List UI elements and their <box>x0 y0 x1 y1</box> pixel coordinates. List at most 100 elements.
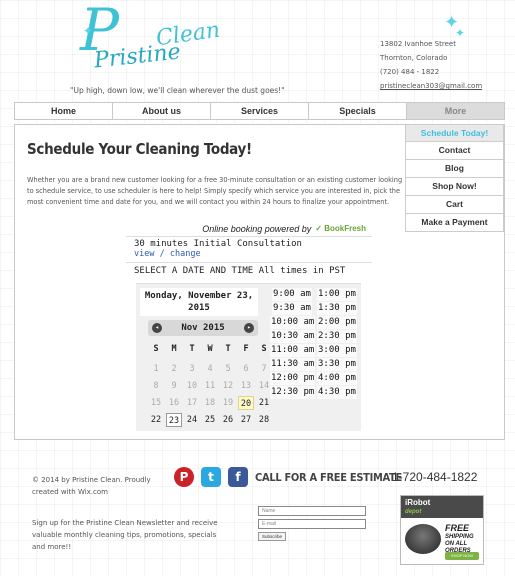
calendar-day: 9 <box>171 381 177 391</box>
page-title: Schedule Your Cleaning Today! <box>27 140 252 158</box>
contact-city: Thornton, Colorado <box>380 54 448 62</box>
nav-specials[interactable]: Specials <box>309 103 407 119</box>
calendar-day[interactable]: 22 <box>148 413 164 427</box>
weekday-label: W <box>207 344 213 354</box>
time-slot[interactable]: 11:00 am <box>270 344 316 357</box>
selected-date: Monday, November 23, 2015 <box>140 288 258 316</box>
menu-item-cart[interactable]: Cart <box>405 196 504 214</box>
time-slot[interactable]: 12:00 pm <box>270 372 316 385</box>
time-slot[interactable]: 9:30 am <box>272 302 312 315</box>
time-slot[interactable]: 1:30 pm <box>317 302 357 315</box>
calendar-day[interactable]: 24 <box>184 413 200 427</box>
time-slot[interactable]: 9:00 am <box>272 288 312 301</box>
calendar-day[interactable]: 28 <box>256 413 272 427</box>
logo-word-clean: Clean <box>154 17 222 52</box>
calendar-day[interactable]: 27 <box>238 413 254 427</box>
nav-services[interactable]: Services <box>211 103 309 119</box>
twitter-icon[interactable]: t <box>201 467 221 487</box>
select-date-time-label: SELECT A DATE AND TIME All times in PST <box>126 262 372 279</box>
calendar-day: 2 <box>171 364 177 374</box>
ad-brand: iRobot depot <box>401 496 483 518</box>
time-slot[interactable]: 3:30 pm <box>317 358 357 371</box>
time-slot[interactable]: 12:30 pm <box>270 386 316 399</box>
menu-item-shop-now[interactable]: Shop Now! <box>405 178 504 196</box>
menu-item-contact[interactable]: Contact <box>405 142 504 160</box>
site-logo[interactable]: P Pristine Clean <box>80 0 230 84</box>
time-slot[interactable]: 2:30 pm <box>317 330 357 343</box>
prev-month-icon[interactable]: ◂ <box>152 323 162 333</box>
calendar-day-selected[interactable]: 23 <box>166 413 182 427</box>
calendar-day: 4 <box>207 364 213 374</box>
calendar-day: 6 <box>243 364 249 374</box>
calendar-day: 5 <box>225 364 231 374</box>
calendar-panel: Monday, November 23, 2015 ◂ Nov 2015 ▸ S… <box>136 283 361 431</box>
time-slot[interactable]: 10:00 am <box>270 316 316 329</box>
next-month-icon[interactable]: ▸ <box>244 323 254 333</box>
sparkle-icon: ✦ <box>83 24 94 38</box>
contact-info: 13802 Ivanhoe Street Thornton, Colorado … <box>380 37 482 93</box>
menu-item-make-a-payment[interactable]: Make a Payment <box>405 214 504 232</box>
tagline: "Up high, down low, we'll clean wherever… <box>70 86 285 95</box>
calendar-day: 18 <box>204 398 216 408</box>
copyright-text: © 2014 by Pristine Clean. Proudly create… <box>32 476 151 496</box>
main-nav: Home About us Services Specials More <box>14 102 505 120</box>
view-link[interactable]: view <box>134 249 154 259</box>
calendar-day: 16 <box>168 398 180 408</box>
calendar-day-today[interactable]: 20 <box>238 396 254 410</box>
pinterest-icon[interactable]: P <box>174 467 194 487</box>
free-estimate-cta: CALL FOR A FREE ESTIMATE <box>255 471 402 484</box>
newsletter-text: Sign up for the Pristine Clean Newslette… <box>32 519 218 551</box>
calendar-day: 17 <box>186 398 198 408</box>
weekday-label: T <box>225 344 231 354</box>
powered-by-label: Online booking powered by <box>202 223 312 234</box>
contact-street: 13802 Ivanhoe Street <box>380 40 456 48</box>
calendar-day[interactable]: 25 <box>202 413 218 427</box>
newsletter-name-input[interactable]: Name <box>258 506 366 516</box>
roomba-image <box>405 524 441 554</box>
time-slot[interactable]: 2:00 pm <box>317 316 357 329</box>
contact-phone: (720) 484 - 1822 <box>380 68 440 76</box>
time-slot[interactable]: 4:00 pm <box>317 372 357 385</box>
intro-text: Whether you are a brand new customer loo… <box>27 176 403 206</box>
footer-phone: 1-720-484-1822 <box>392 470 478 484</box>
weekday-label: T <box>189 344 195 354</box>
ad-free-label: FREE <box>445 523 470 533</box>
time-slot[interactable]: 11:30 am <box>270 358 316 371</box>
newsletter-email-input[interactable]: E-mail <box>258 519 366 529</box>
time-slot[interactable]: 4:30 pm <box>317 386 357 399</box>
weekday-label: M <box>171 344 177 354</box>
calendar-day: 15 <box>150 398 162 408</box>
time-slot[interactable]: 10:30 am <box>270 330 316 343</box>
booking-header: Online booking powered by ✓ BookFresh <box>126 221 372 237</box>
nav-about-us[interactable]: About us <box>113 103 211 119</box>
calendar-day: 10 <box>186 381 198 391</box>
facebook-icon[interactable]: f <box>228 467 248 487</box>
weekday-label: F <box>243 344 249 354</box>
calendar-day: 13 <box>240 381 252 391</box>
time-slot[interactable]: 1:00 pm <box>317 288 357 301</box>
calendar-day: 12 <box>222 381 234 391</box>
calendar-day[interactable]: 26 <box>220 413 236 427</box>
booking-widget: Online booking powered by ✓ BookFresh 30… <box>126 221 372 431</box>
more-dropdown-menu: Schedule Today! Contact Blog Shop Now! C… <box>405 124 504 232</box>
menu-item-schedule-today[interactable]: Schedule Today! <box>405 124 504 142</box>
calendar-day: 3 <box>189 364 195 374</box>
calendar-day: 8 <box>153 381 159 391</box>
change-link[interactable]: change <box>170 249 201 259</box>
service-links: view / change <box>126 249 372 259</box>
month-selector: ◂ Nov 2015 ▸ <box>148 320 258 336</box>
bookfresh-logo[interactable]: ✓ BookFresh <box>315 224 366 233</box>
ad-shop-now-button[interactable]: SHOP NOW <box>445 552 479 560</box>
nav-more[interactable]: More <box>407 103 504 119</box>
month-label: Nov 2015 <box>181 323 225 333</box>
irobot-ad-banner[interactable]: iRobot depot FREE SHIPPING ON ALL ORDERS… <box>400 495 484 565</box>
calendar-day: 1 <box>153 364 159 374</box>
calendar-day: 11 <box>204 381 216 391</box>
subscribe-button[interactable]: Subscribe <box>258 532 286 541</box>
menu-item-blog[interactable]: Blog <box>405 160 504 178</box>
time-slot[interactable]: 3:00 pm <box>317 344 357 357</box>
service-name: 30 minutes Initial Consultation <box>134 239 302 249</box>
calendar-day: 19 <box>222 398 234 408</box>
nav-home[interactable]: Home <box>15 103 113 119</box>
contact-email-link[interactable]: pristineclean303@gmail.com <box>380 79 482 93</box>
